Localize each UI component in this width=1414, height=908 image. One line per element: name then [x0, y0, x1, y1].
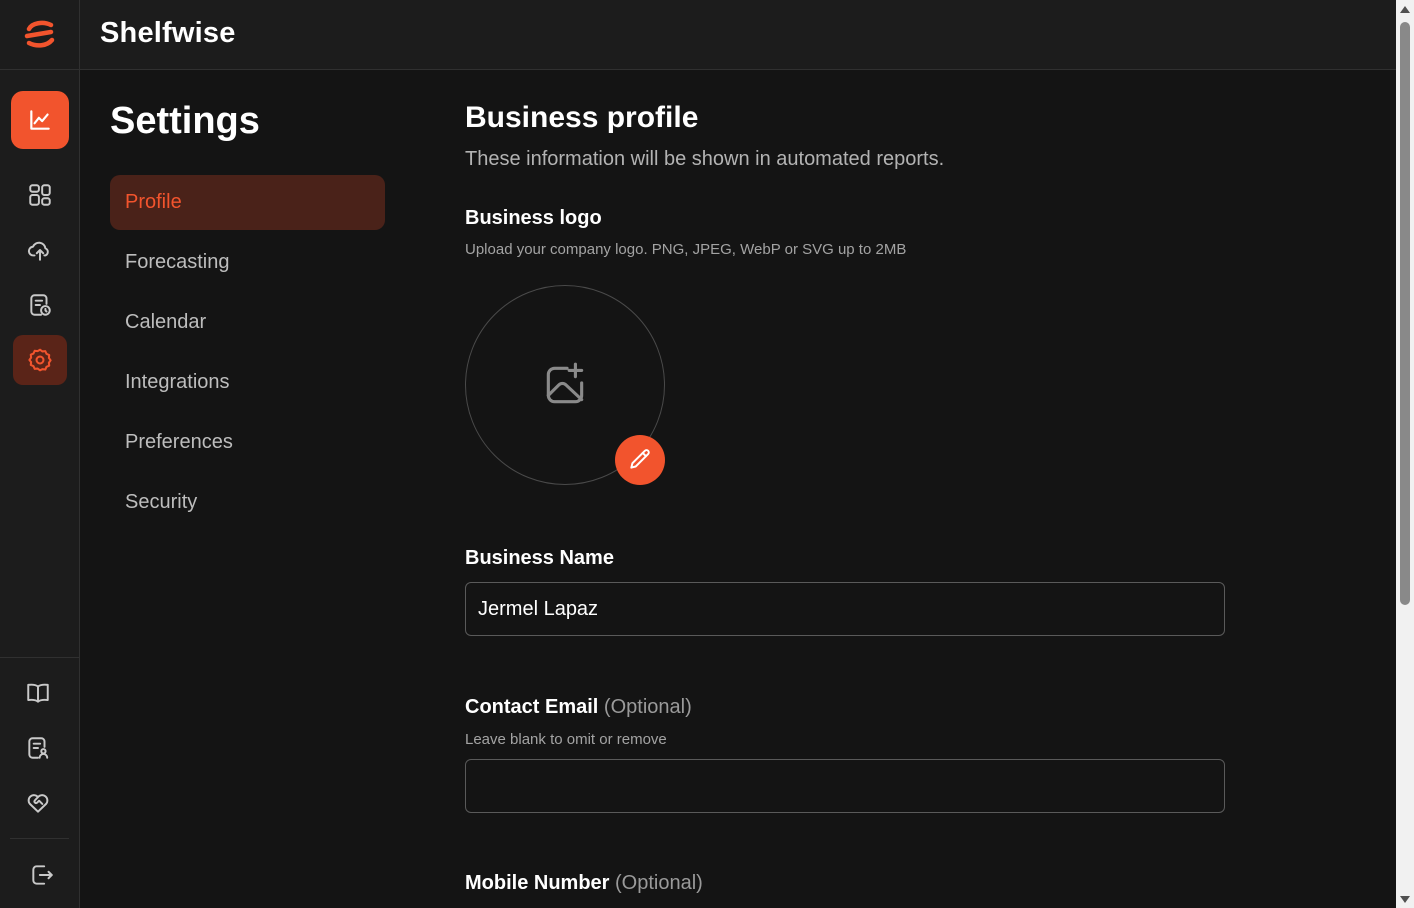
contact-email-optional-tag: (Optional): [603, 696, 692, 718]
rail-dashboard-button[interactable]: [12, 171, 68, 219]
rail-settings-button[interactable]: [13, 335, 67, 385]
contact-email-label: Contact Email (Optional): [465, 696, 692, 719]
logout-button[interactable]: [14, 851, 70, 899]
image-plus-icon: [546, 362, 584, 404]
business-logo-label: Business logo: [465, 207, 602, 229]
settings-nav-integrations[interactable]: Integrations: [110, 355, 385, 410]
settings-nav-calendar[interactable]: Calendar: [110, 295, 385, 350]
rail-reports-button[interactable]: [12, 281, 68, 329]
scroll-thumb[interactable]: [1400, 22, 1410, 605]
cloud-upload-icon: [27, 241, 49, 261]
business-profile-heading: Business profile: [465, 101, 699, 134]
book-open-icon: [27, 683, 49, 703]
page-scrollbar[interactable]: [1396, 0, 1414, 908]
settings-nav-profile[interactable]: Profile: [110, 175, 385, 230]
business-profile-subheading: These information will be shown in autom…: [465, 148, 945, 170]
rail-divider-bottom: [10, 838, 69, 839]
contact-email-hint: Leave blank to omit or remove: [465, 731, 667, 748]
settings-nav-preferences[interactable]: Preferences: [110, 415, 385, 470]
business-name-label-text: Business Name: [465, 547, 614, 569]
dashboard-grid-icon: [29, 184, 51, 206]
document-user-icon: [28, 737, 49, 759]
settings-nav-security[interactable]: Security: [110, 475, 385, 530]
business-name-label: Business Name: [465, 547, 614, 570]
logout-icon: [32, 865, 53, 885]
mobile-number-optional-tag: (Optional): [615, 872, 703, 894]
heart-handshake-icon: [27, 794, 49, 813]
pencil-icon: [630, 449, 650, 469]
rail-divider: [0, 657, 79, 658]
rail-account-button[interactable]: [10, 724, 66, 772]
top-bar: Shelfwise: [80, 0, 1396, 70]
business-name-input[interactable]: [465, 582, 1225, 636]
contact-email-label-text: Contact Email: [465, 696, 599, 718]
report-clock-icon: [30, 294, 51, 316]
edit-logo-button[interactable]: [615, 435, 665, 485]
settings-title: Settings: [110, 100, 260, 142]
gear-icon: [28, 348, 52, 372]
chart-line-icon: [30, 110, 50, 130]
rail-upload-button[interactable]: [12, 226, 68, 274]
scroll-up-arrow[interactable]: [1400, 6, 1410, 13]
mobile-number-label: Mobile Number (Optional): [465, 872, 703, 895]
icon-rail: [0, 0, 80, 908]
rail-docs-button[interactable]: [10, 669, 66, 717]
settings-nav-forecasting[interactable]: Forecasting: [110, 235, 385, 290]
app-name: Shelfwise: [100, 17, 236, 49]
rail-support-button[interactable]: [10, 779, 66, 827]
shelfwise-logo-icon[interactable]: [0, 0, 79, 70]
app-window: Shelfwise Settings Profile Forecasting C…: [0, 0, 1414, 908]
mobile-number-label-text: Mobile Number: [465, 872, 610, 894]
contact-email-input[interactable]: [465, 759, 1225, 813]
scroll-down-arrow[interactable]: [1400, 896, 1410, 903]
business-logo-hint: Upload your company logo. PNG, JPEG, Web…: [465, 241, 907, 258]
rail-analytics-button[interactable]: [11, 91, 69, 149]
